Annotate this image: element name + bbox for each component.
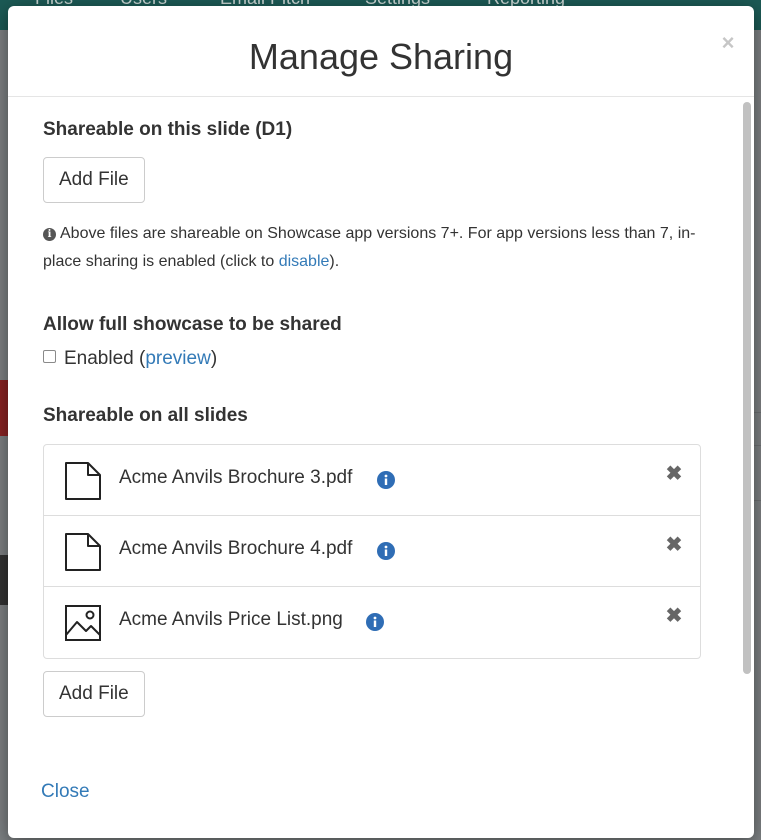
add-file-button-slide[interactable]: Add File bbox=[43, 157, 145, 203]
disable-link[interactable]: disable bbox=[279, 253, 330, 270]
image-icon bbox=[65, 605, 101, 641]
file-name: Acme Anvils Brochure 4.pdf bbox=[119, 538, 353, 559]
add-file-button-all[interactable]: Add File bbox=[43, 671, 145, 717]
remove-file-icon[interactable]: ✖ bbox=[665, 464, 683, 484]
shared-file-list: Acme Anvils Brochure 3.pdf ✖ Acme Anvils… bbox=[43, 444, 701, 659]
file-name: Acme Anvils Price List.png bbox=[119, 609, 343, 630]
background-accent bbox=[0, 380, 8, 436]
remove-file-icon[interactable]: ✖ bbox=[665, 535, 683, 555]
file-row[interactable]: Acme Anvils Brochure 4.pdf ✖ bbox=[44, 516, 700, 587]
info-icon[interactable] bbox=[377, 542, 395, 560]
document-icon bbox=[65, 462, 101, 500]
file-name: Acme Anvils Brochure 3.pdf bbox=[119, 467, 353, 488]
info-circle-icon: i bbox=[43, 228, 56, 241]
document-icon bbox=[65, 533, 101, 571]
remove-file-icon[interactable]: ✖ bbox=[665, 606, 683, 626]
help-text-after: ). bbox=[329, 253, 340, 270]
file-row[interactable]: Acme Anvils Brochure 3.pdf ✖ bbox=[44, 445, 700, 516]
sharing-help-text: i Above files are shareable on Showcase a… bbox=[43, 220, 703, 276]
background-divider bbox=[754, 412, 761, 413]
enabled-label-close: ) bbox=[210, 348, 218, 369]
info-icon[interactable] bbox=[377, 471, 395, 489]
enabled-checkbox[interactable] bbox=[43, 350, 56, 363]
manage-sharing-modal: Manage Sharing × Shareable on this slide… bbox=[8, 6, 754, 838]
close-icon[interactable]: × bbox=[718, 32, 738, 54]
modal-title: Manage Sharing bbox=[248, 36, 514, 77]
full-showcase-heading: Allow full showcase to be shared bbox=[43, 314, 342, 335]
info-icon[interactable] bbox=[366, 613, 384, 631]
close-button[interactable]: Close bbox=[41, 781, 90, 803]
preview-link[interactable]: preview bbox=[145, 348, 210, 369]
modal-scrollbar-thumb[interactable] bbox=[743, 102, 751, 674]
enabled-checkbox-row: Enabled (preview) bbox=[43, 348, 217, 370]
background-divider bbox=[754, 500, 761, 501]
slide-section-heading: Shareable on this slide (D1) bbox=[43, 119, 293, 140]
all-slides-heading: Shareable on all slides bbox=[43, 405, 248, 426]
file-row[interactable]: Acme Anvils Price List.png ✖ bbox=[44, 587, 700, 658]
help-text-before: Above files are shareable on Showcase ap… bbox=[43, 225, 696, 270]
enabled-label[interactable]: Enabled ( bbox=[64, 348, 145, 369]
background-divider bbox=[754, 445, 761, 446]
header-divider bbox=[8, 96, 754, 97]
background-accent bbox=[0, 555, 8, 605]
